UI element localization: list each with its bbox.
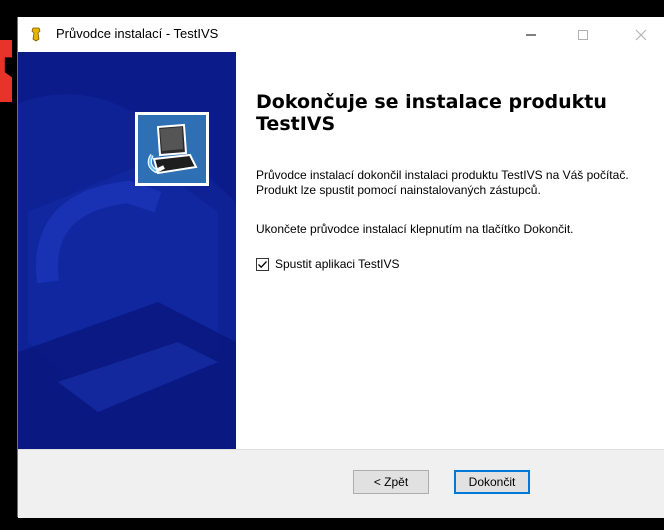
maximize-button[interactable] bbox=[560, 17, 606, 52]
window-title: Průvodce instalací - TestIVS bbox=[56, 26, 219, 41]
installer-window: Průvodce instalací - TestIVS Dokončuje s… bbox=[17, 17, 664, 518]
launch-app-checkbox[interactable] bbox=[256, 257, 269, 271]
wizard-image-panel bbox=[18, 52, 236, 449]
button-bar: < Zpět Dokončit bbox=[18, 449, 664, 518]
title-bar[interactable]: Průvodce instalací - TestIVS bbox=[18, 17, 664, 52]
finish-button[interactable]: Dokončit bbox=[454, 470, 530, 494]
setup-logo bbox=[135, 112, 209, 186]
page-title: Dokončuje se instalace produktu TestIVS bbox=[256, 91, 607, 135]
back-button[interactable]: < Zpět bbox=[353, 470, 429, 494]
computer-install-icon bbox=[138, 115, 206, 183]
launch-app-checkbox-row[interactable]: Spustit aplikaci TestIVS bbox=[256, 257, 400, 271]
installer-app-icon bbox=[31, 27, 41, 42]
close-button[interactable] bbox=[618, 17, 664, 52]
close-icon bbox=[635, 29, 647, 40]
maximize-icon bbox=[578, 29, 588, 40]
minimize-icon bbox=[526, 34, 536, 35]
finish-description: Průvodce instalací dokončil instalaci pr… bbox=[256, 168, 629, 197]
background-fragment bbox=[0, 40, 12, 102]
checkmark-icon bbox=[258, 260, 267, 268]
launch-app-label[interactable]: Spustit aplikaci TestIVS bbox=[275, 257, 400, 271]
wizard-content: Dokončuje se instalace produktu TestIVS … bbox=[236, 52, 664, 449]
finish-instruction: Ukončete průvodce instalací klepnutím na… bbox=[256, 222, 574, 236]
minimize-button[interactable] bbox=[508, 17, 554, 52]
